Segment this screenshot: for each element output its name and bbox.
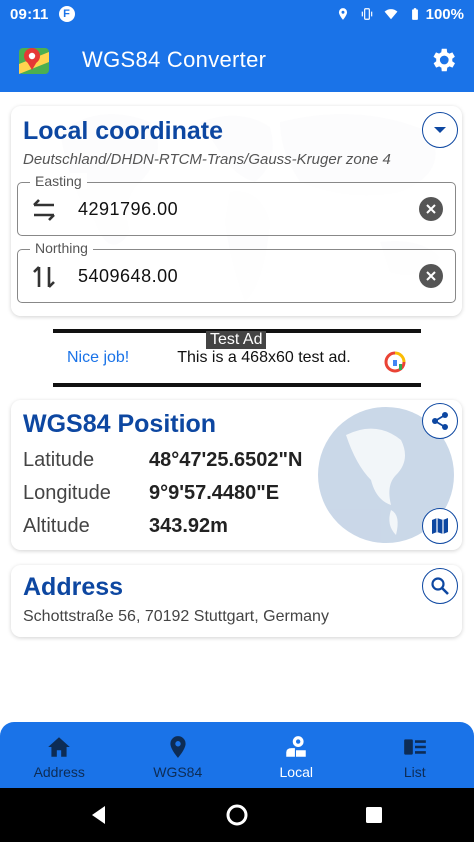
wgs84-position-card: WGS84 Position Latitude 48°47'25.6502"N … (11, 400, 462, 550)
coordinate-system-dropdown-button[interactable] (422, 112, 458, 148)
clear-easting-button[interactable] (419, 197, 443, 221)
status-time: 09:11 (10, 5, 49, 23)
open-map-button[interactable] (422, 508, 458, 544)
battery-percent: 100% (425, 5, 464, 23)
nav-label-local: Local (279, 764, 313, 780)
app-title: WGS84 Converter (82, 47, 267, 72)
altitude-value: 343.92m (149, 515, 228, 537)
battery-icon (411, 8, 418, 20)
close-icon (426, 271, 436, 281)
northing-field[interactable]: Northing 5409648.00 (17, 240, 456, 303)
swap-horizontal-icon[interactable] (28, 194, 60, 226)
search-icon (431, 577, 449, 595)
list-icon (403, 739, 426, 755)
gear-icon[interactable] (428, 45, 458, 75)
share-button[interactable] (422, 403, 458, 439)
chevron-down-icon (434, 127, 446, 133)
swap-vertical-icon[interactable] (28, 261, 60, 293)
app-bar: WGS84 Converter (0, 28, 474, 92)
nav-item-address[interactable]: Address (0, 722, 119, 788)
wifi-icon (384, 9, 398, 20)
share-icon (432, 412, 448, 430)
home-icon (48, 737, 71, 757)
easting-label: Easting (30, 173, 87, 189)
system-navigation-bar (0, 788, 474, 842)
ad-banner[interactable]: Test Ad Nice job! This is a 468x60 test … (53, 329, 421, 387)
clear-northing-button[interactable] (419, 264, 443, 288)
altitude-label: Altitude (23, 515, 90, 537)
nav-label-wgs84: WGS84 (153, 764, 203, 780)
ad-text[interactable]: This is a 468x60 test ad. (177, 349, 350, 367)
location-icon (338, 8, 347, 20)
latitude-label: Latitude (23, 449, 95, 471)
back-icon[interactable] (87, 803, 111, 827)
battery-indicator: 100% (408, 6, 464, 23)
nav-item-local[interactable]: Local (237, 722, 356, 788)
status-icons: 100% (336, 6, 464, 23)
longitude-label: Longitude (23, 482, 111, 504)
vibrate-icon (361, 8, 372, 20)
ad-headline[interactable]: Nice job! (67, 349, 129, 367)
address-value: Schottstraße 56, 70192 Stuttgart, German… (23, 608, 329, 625)
bottom-navigation: Address WGS84 Local List (0, 722, 474, 788)
ad-logo-icon (384, 351, 406, 373)
nav-item-list[interactable]: List (356, 722, 474, 788)
map-icon (432, 518, 448, 534)
longitude-value: 9°9'57.4480"E (149, 482, 280, 504)
notification-f-icon: F (58, 6, 75, 22)
local-user-pin-icon (286, 736, 306, 757)
coordinate-system-label: Deutschland/DHDN-RTCM-Trans/Gauss-Kruger… (23, 151, 391, 168)
home-button-icon[interactable] (225, 803, 249, 827)
nav-label-list: List (403, 764, 426, 780)
ad-tag: Test Ad (206, 331, 267, 349)
nav-item-wgs84[interactable]: WGS84 (119, 722, 238, 788)
northing-value[interactable]: 5409648.00 (78, 266, 178, 287)
address-card: Address Schottstraße 56, 70192 Stuttgart… (11, 565, 462, 637)
address-card-title: Address (23, 573, 124, 601)
status-bar: 09:11 F 100% (0, 0, 474, 28)
easting-field[interactable]: Easting 4291796.00 (17, 173, 456, 236)
location-pin-icon (170, 736, 186, 758)
easting-value[interactable]: 4291796.00 (78, 199, 178, 220)
local-card-title: Local coordinate (23, 117, 224, 145)
local-coordinate-card: Local coordinate Deutschland/DHDN-RTCM-T… (11, 106, 462, 316)
close-icon (426, 204, 436, 214)
latitude-value: 48°47'25.6502"N (149, 449, 303, 471)
nav-label-address: Address (33, 764, 85, 780)
search-address-button[interactable] (422, 568, 458, 604)
northing-label: Northing (30, 240, 93, 256)
map-pin-logo-icon (19, 48, 49, 74)
recents-icon[interactable] (362, 803, 386, 827)
wgs84-card-title: WGS84 Position (23, 410, 217, 438)
